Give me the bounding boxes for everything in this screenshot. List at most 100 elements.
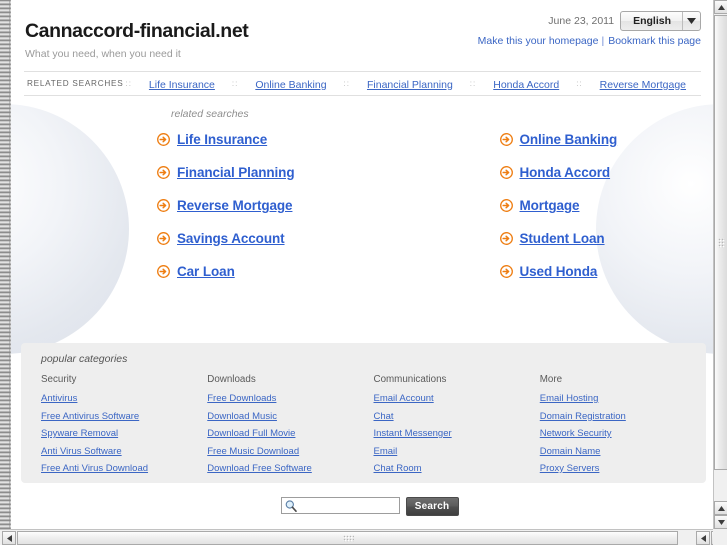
related-link-item[interactable]: Car Loan	[157, 264, 426, 279]
orange-arrow-circle-icon	[499, 199, 513, 212]
orange-arrow-circle-icon	[157, 166, 170, 179]
category-link-instant-messenger[interactable]: Instant Messenger	[374, 428, 540, 439]
category-link-download-free-software[interactable]: Download Free Software	[207, 463, 373, 474]
bar-link-reverse-mortgage[interactable]: Reverse Mortgage	[600, 79, 686, 91]
popular-categories-heading: popular categories	[41, 353, 128, 365]
bar-separator: ::	[343, 79, 350, 88]
magnifier-icon	[285, 500, 297, 512]
related-link-savings-account[interactable]: Savings Account	[177, 231, 285, 246]
related-link-life-insurance[interactable]: Life Insurance	[177, 132, 267, 147]
related-link-item[interactable]: Mortgage	[426, 198, 695, 213]
browser-viewport: Cannaccord-financial.net What you need, …	[0, 0, 727, 545]
related-link-online-banking[interactable]: Online Banking	[520, 132, 618, 147]
bar-separator: ::	[231, 79, 239, 88]
language-select[interactable]: English	[620, 10, 701, 31]
bar-item-2: Financial Planning	[352, 75, 468, 93]
scroll-up-button-lower[interactable]	[714, 501, 727, 515]
bar-item-3: Honda Accord	[478, 75, 574, 93]
scrollbar-corner	[713, 529, 727, 545]
category-link-antivirus[interactable]: Antivirus	[41, 393, 207, 404]
bar-item-4: Reverse Mortgage	[585, 75, 701, 93]
related-link-item[interactable]: Life Insurance	[157, 132, 426, 147]
related-link-student-loan[interactable]: Student Loan	[520, 231, 605, 246]
category-link-download-music[interactable]: Download Music	[207, 411, 373, 422]
related-link-car-loan[interactable]: Car Loan	[177, 264, 235, 279]
popular-categories-panel: popular categories Security Antivirus Fr…	[21, 343, 706, 483]
category-link-free-antivirus-software[interactable]: Free Antivirus Software	[41, 411, 207, 422]
related-link-item[interactable]: Reverse Mortgage	[157, 198, 426, 213]
category-link-spyware-removal[interactable]: Spyware Removal	[41, 428, 207, 439]
bar-link-online-banking[interactable]: Online Banking	[255, 79, 326, 91]
category-link-chat-room[interactable]: Chat Room	[374, 463, 540, 474]
related-searches-section: related searches Life Insurance Online B…	[11, 96, 714, 339]
category-link-proxy-servers[interactable]: Proxy Servers	[540, 463, 706, 474]
category-link-free-anti-virus-download[interactable]: Free Anti Virus Download	[41, 463, 207, 474]
category-title: Communications	[373, 374, 447, 385]
category-link-network-security[interactable]: Network Security	[540, 428, 706, 439]
horizontal-scrollbar-thumb[interactable]	[17, 531, 678, 545]
category-link-email-hosting[interactable]: Email Hosting	[540, 393, 706, 404]
current-date: June 23, 2011	[548, 14, 615, 27]
search-input[interactable]	[298, 498, 399, 513]
category-link-domain-registration[interactable]: Domain Registration	[540, 411, 706, 422]
bar-item-0: Life Insurance	[134, 75, 230, 93]
related-link-mortgage[interactable]: Mortgage	[520, 198, 580, 213]
related-link-financial-planning[interactable]: Financial Planning	[177, 165, 295, 180]
orange-arrow-circle-icon	[499, 265, 513, 278]
header-links: Make this your homepage | Bookmark this pa…	[478, 35, 701, 47]
category-column-security: Security Antivirus Free Antivirus Softwa…	[41, 374, 207, 481]
category-title: More	[539, 374, 563, 385]
bar-link-honda-accord[interactable]: Honda Accord	[493, 79, 559, 91]
related-link-item[interactable]: Student Loan	[426, 231, 695, 246]
left-edge-artifact	[0, 0, 11, 529]
category-link-free-music-download[interactable]: Free Music Download	[207, 446, 373, 457]
orange-arrow-circle-icon	[499, 166, 513, 179]
related-link-item[interactable]: Used Honda	[426, 264, 695, 279]
search-row: Search	[11, 497, 714, 516]
scroll-left-button[interactable]	[2, 531, 16, 545]
category-title: Security	[41, 374, 77, 385]
page-header: Cannaccord-financial.net What you need, …	[11, 0, 714, 71]
related-link-item[interactable]: Financial Planning	[157, 165, 426, 180]
vertical-scrollbar[interactable]	[713, 0, 727, 529]
scroll-down-button[interactable]	[714, 515, 727, 529]
horizontal-scrollbar[interactable]	[0, 529, 727, 545]
category-link-email[interactable]: Email	[374, 446, 540, 457]
related-link-item[interactable]: Honda Accord	[426, 165, 695, 180]
category-title: Downloads	[207, 374, 256, 385]
category-column-more: More Email Hosting Domain Registration N…	[540, 374, 706, 481]
bar-link-life-insurance[interactable]: Life Insurance	[149, 79, 215, 91]
bookmark-page-link[interactable]: Bookmark this page	[608, 35, 701, 47]
orange-arrow-circle-icon	[157, 232, 170, 245]
scroll-left-button-right[interactable]	[696, 531, 710, 545]
related-link-item[interactable]: Online Banking	[426, 132, 695, 147]
popular-categories-columns: Security Antivirus Free Antivirus Softwa…	[41, 374, 706, 481]
category-link-email-account[interactable]: Email Account	[374, 393, 540, 404]
category-link-free-downloads[interactable]: Free Downloads	[207, 393, 373, 404]
search-field[interactable]	[280, 497, 400, 514]
scroll-up-button[interactable]	[714, 0, 727, 14]
related-searches-heading: related searches	[171, 108, 249, 120]
bar-link-financial-planning[interactable]: Financial Planning	[367, 79, 453, 91]
category-link-chat[interactable]: Chat	[374, 411, 540, 422]
header-link-separator: |	[601, 35, 605, 47]
related-searches-bar: RELATED SEARCHES :: Life Insurance :: On…	[24, 71, 701, 96]
bar-separator: ::	[576, 79, 583, 88]
related-link-used-honda[interactable]: Used Honda	[520, 264, 598, 279]
related-link-item[interactable]: Savings Account	[157, 231, 426, 246]
search-button[interactable]: Search	[405, 497, 459, 516]
bar-item-1: Online Banking	[240, 75, 341, 93]
make-homepage-link[interactable]: Make this your homepage	[478, 35, 599, 47]
vertical-scrollbar-thumb[interactable]	[714, 15, 727, 470]
orange-arrow-circle-icon	[499, 133, 513, 146]
bar-separator: ::	[125, 79, 132, 88]
bar-separator: ::	[469, 79, 477, 88]
related-link-reverse-mortgage[interactable]: Reverse Mortgage	[177, 198, 293, 213]
category-column-communications: Communications Email Account Chat Instan…	[374, 374, 540, 481]
category-column-downloads: Downloads Free Downloads Download Music …	[207, 374, 373, 481]
related-link-honda-accord[interactable]: Honda Accord	[520, 165, 611, 180]
category-link-download-full-movie[interactable]: Download Full Movie	[207, 428, 373, 439]
orange-arrow-circle-icon	[499, 232, 513, 245]
category-link-anti-virus-software[interactable]: Anti Virus Software	[41, 446, 207, 457]
category-link-domain-name[interactable]: Domain Name	[540, 446, 706, 457]
